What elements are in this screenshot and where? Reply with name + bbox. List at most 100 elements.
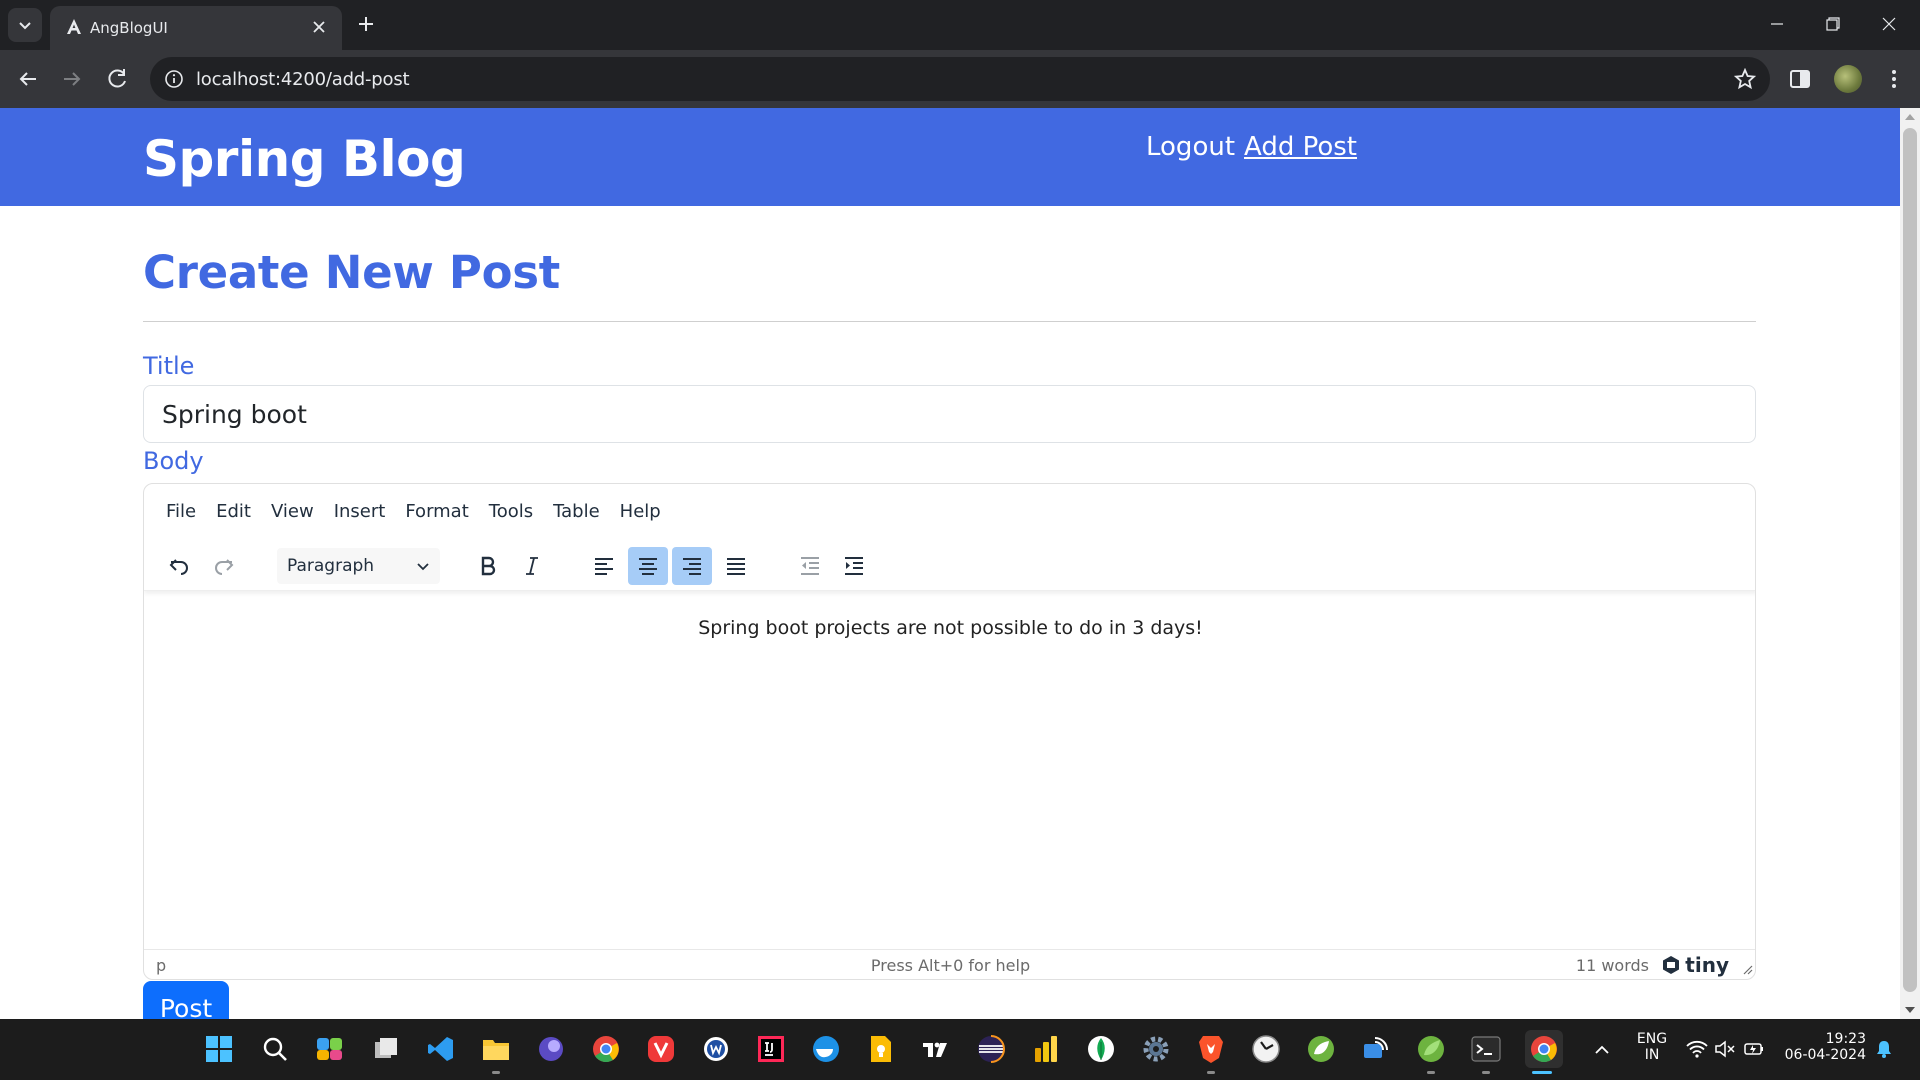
site-brand[interactable]: Spring Blog <box>143 130 466 188</box>
site-info-icon[interactable] <box>164 69 184 89</box>
remote-connection-icon[interactable] <box>1360 1033 1392 1065</box>
terminal-icon[interactable] <box>1470 1033 1502 1065</box>
spring-boot-icon[interactable] <box>1415 1033 1447 1065</box>
body-label: Body <box>143 447 204 475</box>
menu-tools[interactable]: Tools <box>479 497 543 527</box>
task-view-icon[interactable] <box>370 1033 402 1065</box>
brave-icon[interactable] <box>1195 1033 1227 1065</box>
browser-tab[interactable]: AngBlogUI <box>50 6 342 50</box>
bold-button[interactable] <box>468 547 508 585</box>
reload-icon[interactable] <box>104 65 132 93</box>
clock-date: 06-04-2024 <box>1784 1047 1866 1063</box>
add-post-link[interactable]: Add Post <box>1244 132 1357 162</box>
site-header: Spring Blog Logout Add Post <box>0 108 1900 206</box>
notification-bell-icon[interactable] <box>1874 1039 1894 1059</box>
chrome-active-icon[interactable] <box>1525 1030 1563 1068</box>
terminal-running-indicator <box>1482 1071 1490 1074</box>
language-indicator[interactable]: ENG IN <box>1632 1031 1672 1063</box>
menu-format[interactable]: Format <box>395 497 478 527</box>
restore-icon[interactable] <box>1821 12 1845 36</box>
outdent-button[interactable] <box>790 547 830 585</box>
menu-edit[interactable]: Edit <box>206 497 261 527</box>
forward-arrow-icon[interactable] <box>58 65 86 93</box>
side-panel-icon[interactable] <box>1786 65 1814 93</box>
chrome-active-indicator <box>1532 1071 1552 1074</box>
more-menu-icon[interactable] <box>1880 65 1908 93</box>
clock-area[interactable]: 19:23 06-04-2024 <box>1780 1031 1870 1063</box>
indent-button[interactable] <box>834 547 874 585</box>
italic-button[interactable] <box>512 547 552 585</box>
word-count[interactable]: 11 words <box>1576 956 1649 975</box>
chevron-down-icon <box>417 563 429 571</box>
tradingview-icon[interactable] <box>920 1033 952 1065</box>
address-bar[interactable]: localhost:4200/add-post <box>150 57 1770 101</box>
help-hint: Press Alt+0 for help <box>870 956 1031 975</box>
editor-paragraph[interactable]: Spring boot projects are not possible to… <box>144 617 1755 639</box>
align-left-icon <box>595 558 613 575</box>
tiny-logo-icon <box>1663 956 1680 974</box>
intellij-icon[interactable] <box>755 1033 787 1065</box>
keep-notes-icon[interactable] <box>865 1033 897 1065</box>
volume-muted-icon[interactable] <box>1714 1039 1736 1059</box>
close-icon[interactable] <box>310 18 328 36</box>
scroll-down-arrow-icon[interactable] <box>1905 1007 1915 1013</box>
chrome-icon[interactable] <box>590 1033 622 1065</box>
clock-time: 19:23 <box>1825 1031 1866 1047</box>
clock-app-icon[interactable] <box>1250 1033 1282 1065</box>
menu-table[interactable]: Table <box>543 497 610 527</box>
bold-icon <box>481 556 496 576</box>
menu-help[interactable]: Help <box>610 497 671 527</box>
title-input[interactable] <box>143 385 1756 443</box>
word-app-icon[interactable] <box>700 1033 732 1065</box>
vscode-icon[interactable] <box>425 1033 457 1065</box>
undo-button[interactable] <box>159 547 199 585</box>
post-button[interactable]: Post <box>143 981 229 1019</box>
align-justify-button[interactable] <box>716 547 756 585</box>
new-tab-icon[interactable] <box>354 12 378 36</box>
menu-view[interactable]: View <box>261 497 324 527</box>
logout-link[interactable]: Logout <box>1146 132 1235 162</box>
rich-text-editor: File Edit View Insert Format Tools Table… <box>143 483 1756 980</box>
bookmark-star-icon[interactable] <box>1734 68 1756 90</box>
browser-tab-strip: AngBlogUI <box>0 0 1920 50</box>
menu-file[interactable]: File <box>156 497 206 527</box>
profile-avatar[interactable] <box>1834 65 1862 93</box>
block-format-select[interactable]: Paragraph <box>277 548 440 584</box>
mongodb-compass-icon[interactable] <box>1085 1033 1117 1065</box>
page-scrollbar[interactable] <box>1900 108 1920 1019</box>
settings-gear-icon[interactable] <box>1140 1033 1172 1065</box>
align-center-icon <box>639 558 657 575</box>
align-center-button[interactable] <box>628 547 668 585</box>
menu-insert[interactable]: Insert <box>324 497 396 527</box>
divider <box>143 321 1756 322</box>
resize-handle-icon[interactable] <box>1741 963 1753 975</box>
power-bi-icon[interactable] <box>1030 1033 1062 1065</box>
outdent-icon <box>801 557 819 575</box>
align-right-icon <box>683 558 701 575</box>
back-arrow-icon[interactable] <box>14 65 42 93</box>
tray-chevron-up-icon[interactable] <box>1593 1041 1611 1059</box>
docker-icon[interactable] <box>810 1033 842 1065</box>
eclipse-theia-icon[interactable] <box>535 1033 567 1065</box>
vivaldi-icon[interactable] <box>645 1033 677 1065</box>
file-explorer-icon[interactable] <box>480 1033 512 1065</box>
copilot-icon[interactable] <box>314 1033 346 1065</box>
align-left-button[interactable] <box>584 547 624 585</box>
scroll-up-arrow-icon[interactable] <box>1905 114 1915 120</box>
tab-search-button[interactable] <box>8 8 42 42</box>
start-icon[interactable] <box>203 1033 235 1065</box>
window-close-icon[interactable] <box>1877 12 1901 36</box>
align-right-button[interactable] <box>672 547 712 585</box>
wifi-icon[interactable] <box>1686 1039 1708 1059</box>
editor-content-area[interactable]: Spring boot projects are not possible to… <box>144 592 1755 952</box>
scrollbar-thumb[interactable] <box>1903 128 1917 992</box>
redo-icon <box>215 559 234 575</box>
search-icon[interactable] <box>259 1033 291 1065</box>
redo-button[interactable] <box>204 547 244 585</box>
tiny-brand-link[interactable]: tiny <box>1661 953 1729 977</box>
tiny-brand-text: tiny <box>1685 953 1729 977</box>
minimize-icon[interactable] <box>1765 12 1789 36</box>
battery-charging-icon[interactable] <box>1743 1039 1765 1059</box>
spring-tools-icon[interactable] <box>1305 1033 1337 1065</box>
eclipse-ide-icon[interactable] <box>975 1033 1007 1065</box>
